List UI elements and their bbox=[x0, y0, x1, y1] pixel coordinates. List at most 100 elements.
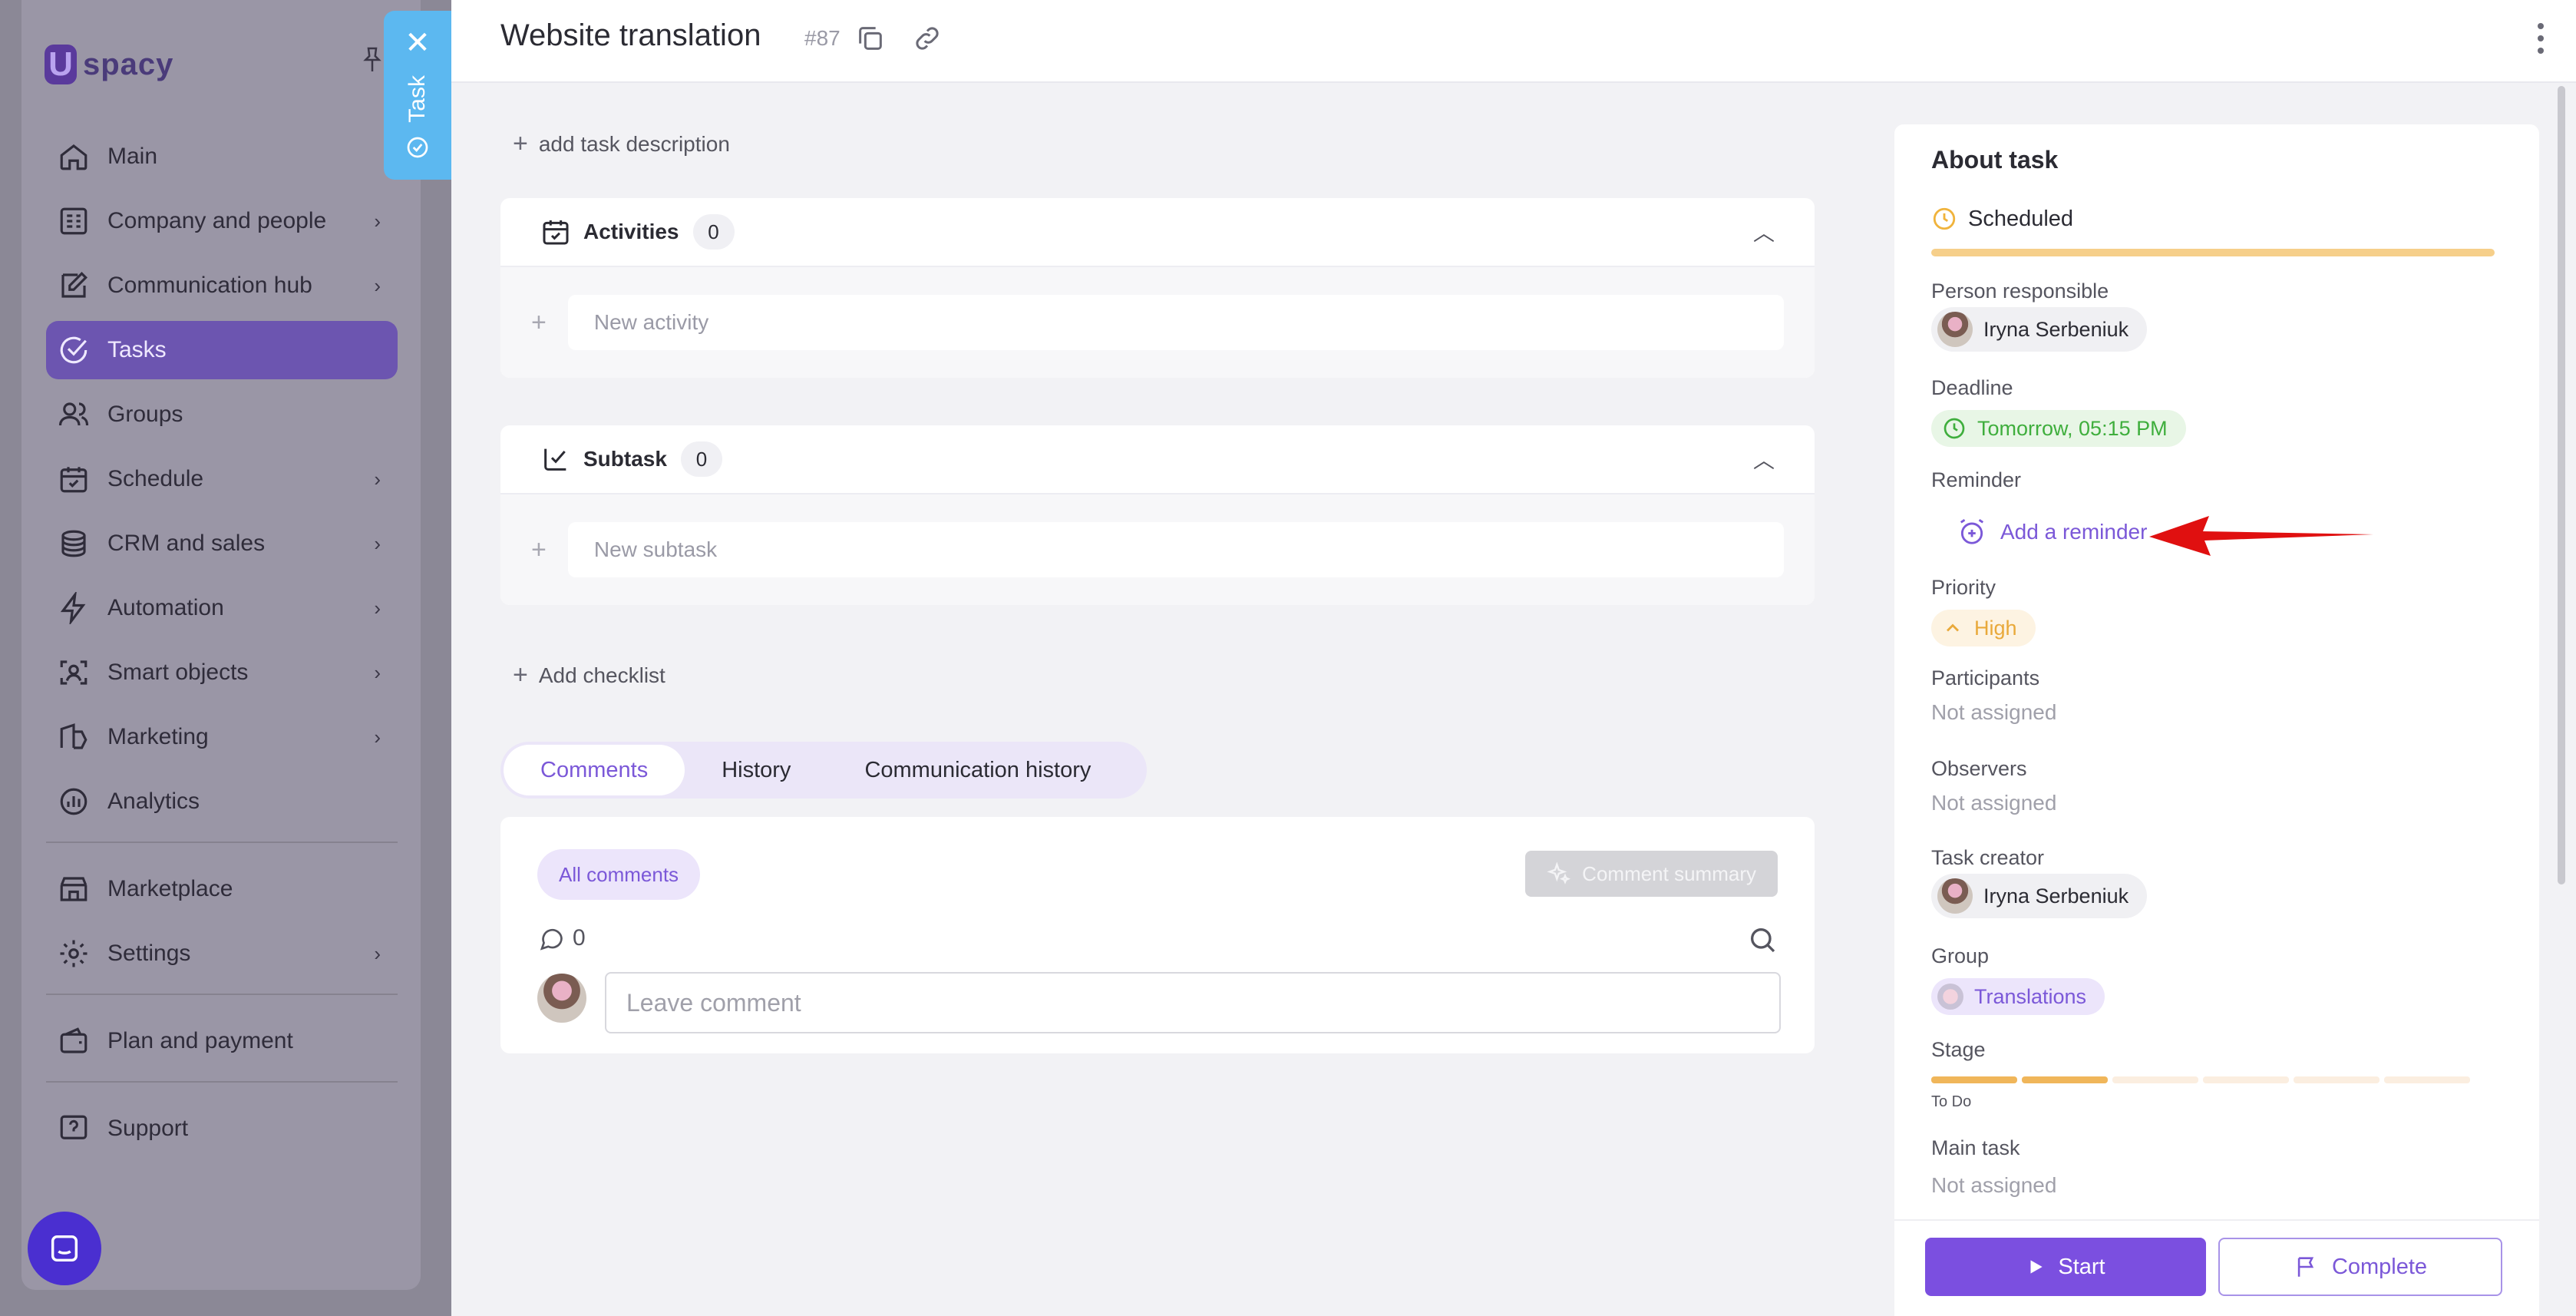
clock-check-icon bbox=[407, 137, 428, 158]
sidebar-item-schedule[interactable]: Schedule › bbox=[46, 450, 398, 508]
reminder-label: Reminder bbox=[1931, 468, 2022, 491]
sidebar-item-label: Settings bbox=[107, 941, 191, 966]
complete-button[interactable]: Complete bbox=[2218, 1238, 2502, 1296]
sidebar-item-label: Company and people bbox=[107, 208, 327, 233]
priority-label: Priority bbox=[1931, 576, 1996, 599]
main-task-value[interactable]: Not assigned bbox=[1931, 1173, 2056, 1198]
sidebar-item-tasks[interactable]: Tasks bbox=[46, 321, 398, 379]
sidebar-item-settings[interactable]: Settings › bbox=[46, 924, 398, 983]
new-activity-input[interactable]: New activity bbox=[567, 295, 1784, 350]
speech-bubble-icon bbox=[540, 928, 563, 951]
participants-label: Participants bbox=[1931, 666, 2040, 689]
comment-summary-button[interactable]: Comment summary bbox=[1525, 851, 1778, 897]
deadline-chip[interactable]: Tomorrow, 05:15 PM bbox=[1931, 410, 2186, 447]
chevron-right-icon: › bbox=[374, 209, 381, 233]
chat-launcher-button[interactable] bbox=[28, 1212, 101, 1285]
list-check-icon bbox=[544, 448, 566, 471]
stage-label: Stage bbox=[1931, 1038, 1986, 1061]
leave-comment-input[interactable]: Leave comment bbox=[605, 972, 1781, 1033]
sidebar-item-smart-objects[interactable]: Smart objects › bbox=[46, 643, 398, 702]
sidebar-item-automation[interactable]: Automation › bbox=[46, 579, 398, 637]
task-side-tab[interactable]: ✕ Task bbox=[384, 11, 451, 180]
observers-value[interactable]: Not assigned bbox=[1931, 791, 2056, 815]
task-detail-panel: Website translation #87 + add task descr… bbox=[451, 0, 2576, 1316]
deadline-label: Deadline bbox=[1931, 376, 2013, 399]
status-progress-bar bbox=[1931, 249, 2495, 256]
group-chip[interactable]: Translations bbox=[1931, 978, 2105, 1015]
lightning-icon bbox=[57, 591, 91, 625]
priority-chip[interactable]: High bbox=[1931, 610, 2036, 646]
add-description-button[interactable]: + add task description bbox=[513, 129, 730, 159]
start-button[interactable]: Start bbox=[1925, 1238, 2206, 1296]
copy-icon[interactable] bbox=[855, 23, 886, 54]
task-creator-label: Task creator bbox=[1931, 846, 2045, 869]
sidebar-item-communication-hub[interactable]: Communication hub › bbox=[46, 256, 398, 315]
scrollbar[interactable] bbox=[2558, 83, 2567, 1316]
sidebar-item-main[interactable]: Main bbox=[46, 127, 398, 186]
sidebar-item-marketing[interactable]: Marketing › bbox=[46, 708, 398, 766]
sidebar-item-marketplace[interactable]: Marketplace bbox=[46, 860, 398, 918]
search-icon[interactable] bbox=[1747, 924, 1778, 955]
tab-comments[interactable]: Comments bbox=[504, 745, 685, 795]
sidebar-item-plan-payment[interactable]: Plan and payment bbox=[46, 1012, 398, 1070]
plus-icon[interactable]: + bbox=[531, 308, 547, 338]
sidebar-item-crm[interactable]: CRM and sales › bbox=[46, 514, 398, 573]
sidebar-item-support[interactable]: Support bbox=[46, 1099, 398, 1158]
sidebar-item-company[interactable]: Company and people › bbox=[46, 192, 398, 250]
stage-segment[interactable] bbox=[2022, 1076, 2108, 1083]
pin-icon[interactable] bbox=[361, 46, 384, 74]
plus-icon[interactable]: + bbox=[531, 535, 547, 565]
edit-chat-icon bbox=[57, 269, 91, 303]
sidebar-item-groups[interactable]: Groups bbox=[46, 385, 398, 444]
sidebar-item-label: Tasks bbox=[107, 337, 167, 362]
add-reminder-button[interactable]: Add a reminder bbox=[1957, 517, 2147, 547]
flag-icon bbox=[2297, 1257, 2314, 1277]
task-creator-chip[interactable]: Iryna Serbeniuk bbox=[1931, 874, 2148, 918]
wallet-icon bbox=[57, 1024, 91, 1058]
participants-value[interactable]: Not assigned bbox=[1931, 700, 2056, 725]
stage-segment[interactable] bbox=[2294, 1076, 2379, 1083]
page-title[interactable]: Website translation bbox=[500, 18, 761, 53]
task-number: #87 bbox=[804, 26, 841, 50]
clock-icon bbox=[1933, 207, 1956, 230]
logo[interactable]: U spacy bbox=[45, 45, 173, 84]
sidebar-item-analytics[interactable]: Analytics bbox=[46, 772, 398, 831]
about-task-panel: About task Scheduled Person responsible … bbox=[1894, 124, 2539, 1316]
new-subtask-input[interactable]: New subtask bbox=[567, 522, 1784, 577]
chevron-up-icon[interactable]: ︿ bbox=[1753, 217, 1775, 247]
tab-communication-history[interactable]: Communication history bbox=[827, 745, 1128, 795]
stage-segment[interactable] bbox=[2112, 1076, 2198, 1083]
scrollbar-thumb[interactable] bbox=[2558, 86, 2565, 884]
add-checklist-button[interactable]: + Add checklist bbox=[513, 660, 665, 690]
stage-segment[interactable] bbox=[2384, 1076, 2470, 1083]
close-icon[interactable]: ✕ bbox=[405, 28, 431, 58]
check-circle-icon bbox=[57, 333, 91, 367]
observers-label: Observers bbox=[1931, 757, 2027, 780]
tab-history[interactable]: History bbox=[685, 745, 827, 795]
stage-segment[interactable] bbox=[1931, 1076, 2017, 1083]
activities-header[interactable]: Activities 0 ︿ bbox=[500, 198, 1815, 267]
all-comments-filter[interactable]: All comments bbox=[537, 849, 701, 900]
more-options-icon[interactable] bbox=[2536, 23, 2545, 54]
scan-face-icon bbox=[57, 656, 91, 689]
stage-segment[interactable] bbox=[2203, 1076, 2289, 1083]
person-responsible-chip[interactable]: Iryna Serbeniuk bbox=[1931, 307, 2148, 352]
person-responsible-label: Person responsible bbox=[1931, 279, 2109, 303]
stage-progress[interactable] bbox=[1931, 1076, 2470, 1083]
chevron-right-icon: › bbox=[374, 725, 381, 749]
link-icon[interactable] bbox=[912, 23, 943, 54]
sparkle-icon bbox=[1547, 861, 1571, 884]
logo-text: spacy bbox=[83, 47, 174, 81]
sidebar-item-label: Groups bbox=[107, 402, 183, 427]
chevron-up-icon[interactable]: ︿ bbox=[1753, 444, 1775, 474]
sidebar-nav: Main Company and people › Communication … bbox=[46, 127, 398, 1164]
status-badge[interactable]: Scheduled bbox=[1931, 206, 2073, 232]
sidebar-item-label: Main bbox=[107, 144, 158, 169]
home-icon bbox=[57, 140, 91, 174]
activities-count: 0 bbox=[692, 214, 735, 250]
sidebar-item-label: Marketplace bbox=[107, 876, 233, 901]
subtask-header[interactable]: Subtask 0 ︿ bbox=[500, 425, 1815, 494]
sidebar-item-label: Support bbox=[107, 1116, 189, 1141]
building-icon bbox=[57, 204, 91, 238]
about-task-title: About task bbox=[1931, 146, 2059, 174]
